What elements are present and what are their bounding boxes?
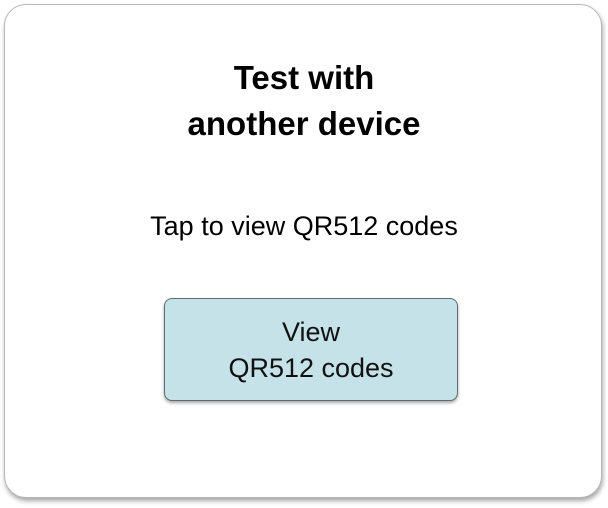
view-button-label-line-1: View [281,317,341,347]
card-title-line-2: another device [187,105,421,142]
card-subtitle: Tap to view QR512 codes [150,211,458,241]
card-title: Test with another device [5,55,603,147]
view-button-label-line-2: QR512 codes [228,353,394,383]
card-title-line-1: Test with [233,59,375,96]
view-qr-codes-button[interactable]: View QR512 codes [164,298,458,401]
test-device-card: Test with another device Tap to view QR5… [4,4,602,498]
